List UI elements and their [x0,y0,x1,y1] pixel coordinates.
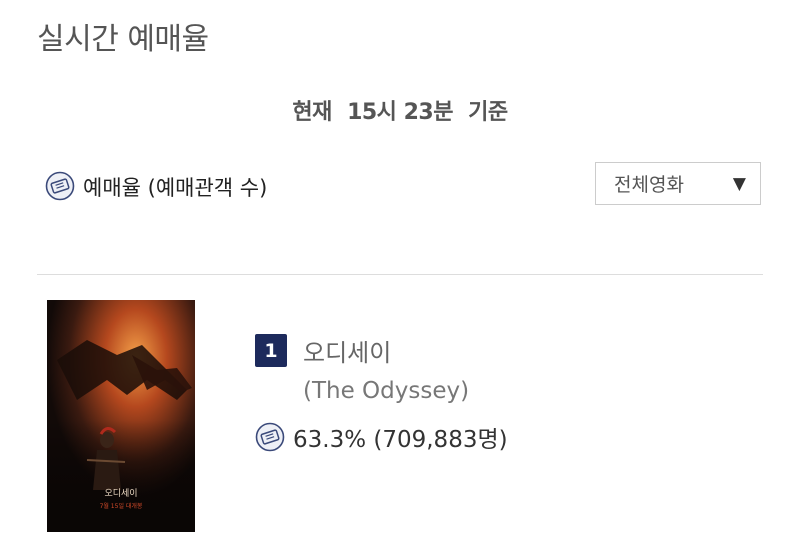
movie-title[interactable]: 오디세이 [303,333,391,368]
ticket-icon [255,422,285,452]
rank-badge: 1 [255,334,287,367]
metric-label-text: 예매율 (예매관객 수) [83,176,268,200]
movie-original-title: (The Odyssey) [303,378,470,404]
page-title: 실시간 예매율 [37,22,209,57]
booking-rate-value: 63.3% (709,883명) [293,427,508,453]
divider [37,274,763,275]
booking-rate: 63.3% (709,883명) [255,420,508,454]
reference-time-label: 현재 [292,100,332,125]
movie-poster[interactable]: 오디세이 7월 15일 대개봉 [47,300,195,532]
ranking-item: 1 오디세이 (The Odyssey) 63.3% (709,883명) [255,333,508,454]
reference-time-value: 15시 23분 [347,100,453,125]
reference-time: 현재 15시 23분 기준 [0,94,800,126]
movie-filter-select[interactable]: 전체영화 ▼ [595,162,761,205]
ticket-icon [45,171,75,201]
chevron-down-icon: ▼ [732,173,746,194]
metric-label: 예매율 (예매관객 수) [45,170,285,207]
poster-tagline: 7월 15일 대개봉 [100,502,143,510]
poster-title: 오디세이 [104,488,137,499]
movie-filter-value: 전체영화 [614,174,684,196]
reference-time-suffix: 기준 [468,100,508,125]
movie-poster-image: 오디세이 7월 15일 대개봉 [47,300,195,532]
